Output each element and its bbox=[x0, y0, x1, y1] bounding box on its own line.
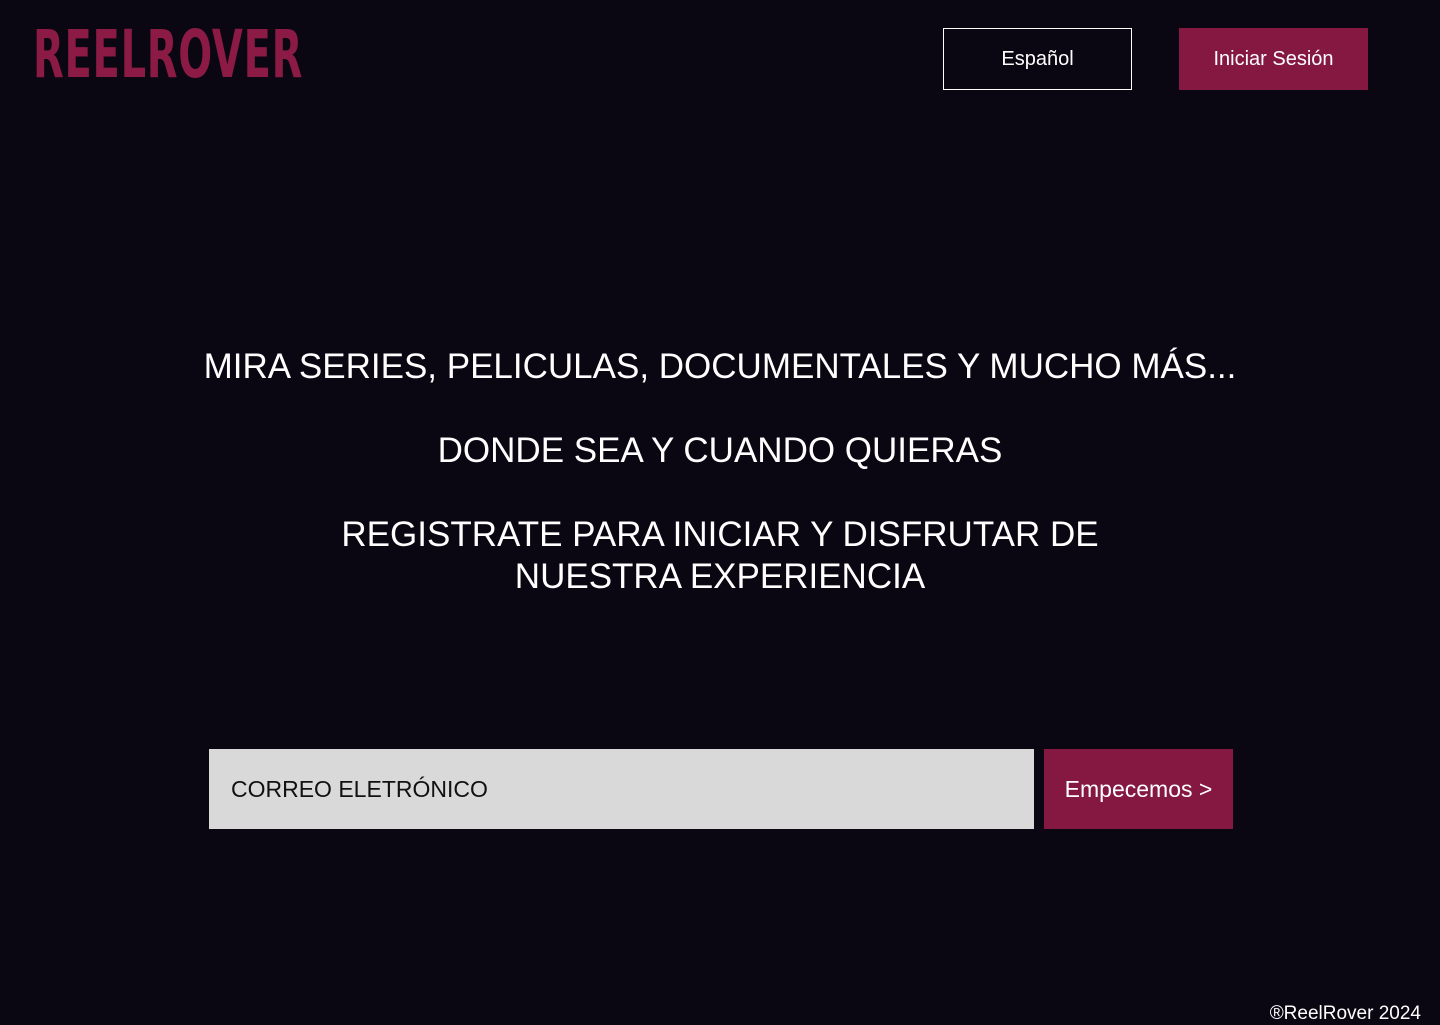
start-button[interactable]: Empecemos > bbox=[1044, 749, 1233, 829]
hero-headline: MIRA SERIES, PELICULAS, DOCUMENTALES Y M… bbox=[203, 347, 1237, 386]
email-input[interactable] bbox=[209, 749, 1034, 829]
login-button[interactable]: Iniciar Sesión bbox=[1179, 28, 1368, 90]
hero-cta-text: REGISTRATE PARA INICIAR Y DISFRUTAR DE N… bbox=[341, 515, 1099, 596]
brand-logo[interactable]: REELROVER bbox=[33, 21, 303, 115]
hero-subheadline: DONDE SEA Y CUANDO QUIERAS bbox=[437, 431, 1003, 470]
copyright-text: ®ReelRover 2024 bbox=[1269, 1003, 1421, 1024]
language-button[interactable]: Español bbox=[943, 28, 1132, 90]
